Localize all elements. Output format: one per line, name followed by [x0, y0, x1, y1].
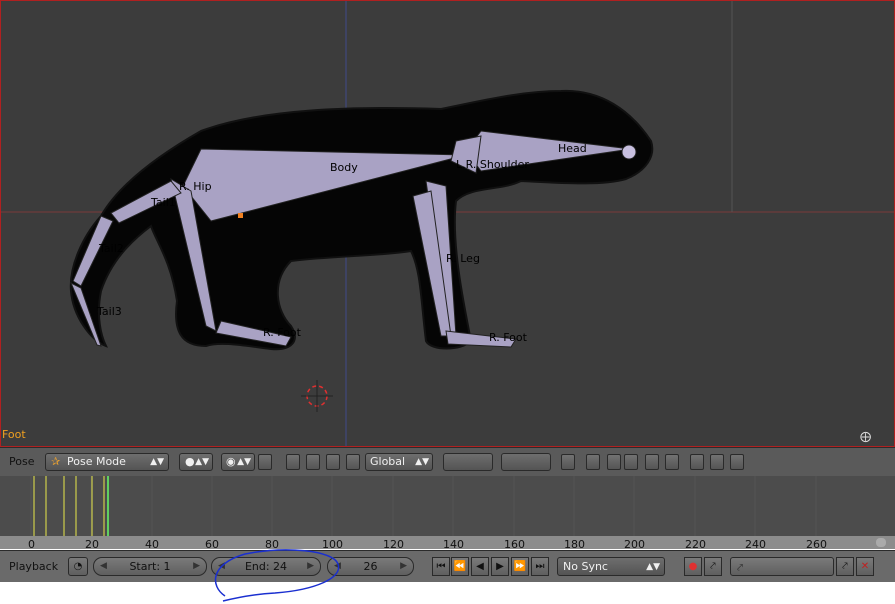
- mode-label: Pose Mode: [67, 455, 126, 468]
- insert-keyframe-icon[interactable]: ⤤: [836, 557, 854, 576]
- keying-set-icon: ⤤: [737, 561, 744, 574]
- start-frame-value: Start: 1: [129, 560, 171, 573]
- sync-select[interactable]: No Sync ▲▼: [557, 557, 665, 576]
- updown-icon: ▲▼: [150, 457, 164, 467]
- translate-icon[interactable]: [286, 454, 300, 470]
- pivot-icon: ◉: [226, 455, 236, 468]
- snap-icon[interactable]: [607, 454, 621, 470]
- annotation-circle: [214, 549, 340, 602]
- bone-label-back-foot: R. Foot: [263, 326, 301, 339]
- animal-mesh[interactable]: [69, 89, 654, 351]
- active-object-name: Foot: [2, 428, 26, 441]
- bone-label-head: Head: [558, 142, 587, 155]
- orientation-label: Global: [370, 455, 406, 468]
- render-image-icon[interactable]: [645, 454, 659, 470]
- preview-range-icon[interactable]: ◔: [68, 557, 88, 576]
- 3d-cursor[interactable]: [301, 380, 333, 412]
- bone-label-front-foot: R. Foot: [489, 331, 527, 344]
- keying-icon[interactable]: ⤤: [704, 557, 722, 576]
- render-anim-icon[interactable]: [665, 454, 679, 470]
- sphere-icon: ●: [185, 455, 195, 468]
- lock-camera-icon[interactable]: [561, 454, 575, 470]
- prev-keyframe-icon[interactable]: ⏪: [451, 557, 469, 576]
- bone-label-body: Body: [330, 161, 358, 174]
- layers-group-1[interactable]: [443, 453, 493, 471]
- sync-label: No Sync: [563, 560, 608, 573]
- delete-keyframe-icon[interactable]: ✕: [856, 557, 874, 576]
- snap-target-icon[interactable]: [624, 454, 638, 470]
- scale-icon[interactable]: [326, 454, 340, 470]
- pivot-select[interactable]: ◉ ▲▼: [221, 453, 255, 471]
- record-icon[interactable]: ●: [684, 557, 702, 576]
- updown-icon: ▲▼: [195, 457, 209, 467]
- jump-start-icon[interactable]: ⏮: [432, 557, 450, 576]
- next-keyframe-icon[interactable]: ⏩: [511, 557, 529, 576]
- paste-pose-icon[interactable]: [710, 454, 724, 470]
- updown-icon: ▲▼: [415, 457, 429, 467]
- object-origin: [238, 213, 243, 218]
- playback-menu[interactable]: Playback: [9, 560, 58, 573]
- current-frame-value: 26: [363, 560, 378, 573]
- navigate-icon[interactable]: ⨁: [860, 430, 871, 443]
- proportional-edit-icon[interactable]: [586, 454, 600, 470]
- arrow-left-icon[interactable]: ◀: [100, 558, 107, 575]
- scrollbar-handle[interactable]: [876, 538, 886, 547]
- copy-pose-icon[interactable]: [690, 454, 704, 470]
- updown-icon: ▲▼: [237, 457, 251, 467]
- bone-label-tail1: Tail1: [151, 196, 176, 209]
- manipulator-toggle-icon[interactable]: [258, 454, 272, 470]
- shading-select[interactable]: ● ▲▼: [179, 453, 213, 471]
- orientation-icon[interactable]: [346, 454, 360, 470]
- 3d-viewport[interactable]: Body Head R. Hip Tail1 Tail2 Tail3 R. Fo…: [0, 0, 895, 447]
- keying-set-field[interactable]: ⤤: [730, 557, 834, 576]
- bone-label-tail2: Tail2: [99, 242, 124, 255]
- bone-label-shoulder: L.R. Shoulder: [456, 158, 529, 171]
- play-icon[interactable]: ▶: [491, 557, 509, 576]
- bone-label-leg: R. Leg: [446, 252, 480, 265]
- play-reverse-icon[interactable]: ◀: [471, 557, 489, 576]
- orientation-select[interactable]: Global ▲▼: [365, 453, 433, 471]
- pose-icon: ✰: [51, 455, 61, 468]
- rotate-icon[interactable]: [306, 454, 320, 470]
- mode-select[interactable]: ✰ Pose Mode ▲▼: [45, 453, 169, 471]
- editor-menu-pose[interactable]: Pose: [9, 455, 34, 468]
- bone-label-hip: R. Hip: [179, 180, 212, 193]
- arrow-right-icon[interactable]: ▶: [400, 558, 407, 575]
- start-frame-field[interactable]: ◀ Start: 1 ▶: [93, 557, 207, 576]
- updown-icon: ▲▼: [646, 562, 660, 572]
- jump-end-icon[interactable]: ⏭: [531, 557, 549, 576]
- viewport-canvas: [1, 1, 894, 446]
- paste-flipped-pose-icon[interactable]: [730, 454, 744, 470]
- arrow-right-icon[interactable]: ▶: [193, 558, 200, 575]
- bone-label-tail3: Tail3: [97, 305, 122, 318]
- layers-group-2[interactable]: [501, 453, 551, 471]
